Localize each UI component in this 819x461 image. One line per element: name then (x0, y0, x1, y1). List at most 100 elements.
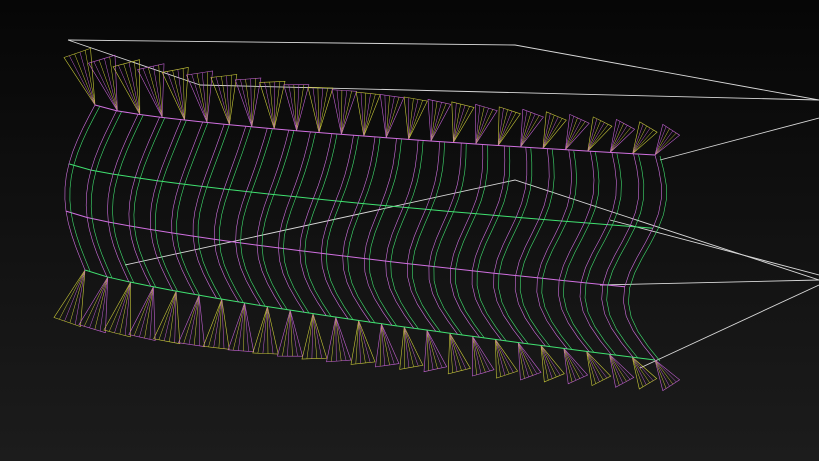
rib-profile (213, 126, 247, 303)
rib-profile (235, 128, 268, 306)
blade-outline (178, 295, 205, 347)
bounding-box-edge (599, 279, 819, 286)
blade-ray (318, 87, 329, 133)
rib-profile (385, 140, 419, 329)
bounding-box-edge (609, 219, 819, 276)
blade-ray (632, 356, 654, 381)
curved-body-mesh (64, 104, 667, 362)
blade-ray (147, 67, 163, 118)
blade-ray (335, 317, 347, 361)
blade-outline (202, 298, 230, 350)
blade-ray (335, 317, 342, 361)
blade-ray (403, 326, 414, 367)
blade-ray (430, 103, 447, 142)
blade-ray (631, 356, 647, 386)
blade-ray (119, 282, 131, 335)
blade-ray (341, 90, 348, 135)
upper-blade-fan (63, 47, 681, 156)
blade-ray (475, 106, 485, 145)
3d-viewport[interactable] (0, 0, 819, 461)
bounding-box-edge (67, 39, 201, 86)
blade-ray (632, 125, 647, 154)
blade-ray (341, 90, 352, 135)
blade-ray (257, 306, 268, 354)
rib-profile (450, 144, 484, 338)
blade-ray (654, 128, 670, 156)
blade-ray (341, 90, 343, 135)
blade-ray (153, 66, 163, 118)
blade-ray (244, 302, 249, 352)
blade-outline (632, 121, 658, 154)
rib-profile (192, 124, 225, 299)
blade-ray (475, 109, 494, 145)
blade-ray (158, 291, 177, 340)
blade-ray (59, 269, 86, 320)
rib-profile (428, 142, 462, 335)
blade-ray (472, 336, 482, 374)
blade-ray (139, 286, 154, 338)
blade-ray (632, 129, 654, 154)
blade-ray (335, 317, 337, 362)
blade-ray (381, 323, 395, 365)
rib-profile-inner (283, 132, 316, 314)
rib-profile-inner (584, 153, 622, 356)
blade-ray (495, 339, 510, 374)
rib-profile (579, 152, 617, 355)
blade-ray (426, 330, 443, 368)
blade-ray (196, 73, 208, 123)
rib-profile (256, 130, 290, 310)
blade-ray (654, 359, 677, 383)
blade-outline (609, 118, 636, 153)
blade-ray (336, 89, 342, 135)
rib-profile (471, 145, 506, 341)
blade-ray (497, 109, 508, 146)
blade-outline (259, 80, 286, 129)
rib-profile (514, 148, 550, 347)
blade-ray (586, 351, 600, 382)
rib-profile-inner (197, 125, 230, 300)
blade-ray (74, 53, 96, 106)
blade-ray (273, 81, 276, 129)
rib-profile (406, 141, 440, 332)
blade-outline (186, 70, 213, 123)
rib-profile (493, 147, 528, 344)
longitudinal-edge (94, 104, 656, 156)
blade-ray (144, 286, 154, 339)
wireframe-scene (53, 39, 819, 392)
blade-ray (495, 339, 514, 373)
rib-profile-inner (69, 105, 101, 272)
blade-ray (64, 269, 86, 322)
blade-ray (267, 306, 269, 354)
rib-profile-inner (606, 154, 645, 359)
blade-ray (495, 339, 506, 376)
blade-outline (403, 96, 428, 140)
blade-outline (399, 326, 424, 370)
blade-ray (188, 295, 200, 345)
blade-ray (84, 50, 96, 106)
blade-ray (273, 81, 281, 129)
blade-ray (163, 291, 177, 341)
blade-outline (88, 54, 118, 112)
blade-ray (587, 124, 609, 152)
blade-ray (267, 306, 274, 354)
blade-ray (264, 82, 275, 129)
rib-profile (363, 138, 397, 326)
blade-ray (497, 112, 517, 146)
blade-ray (251, 78, 257, 127)
blade-ray (654, 359, 670, 387)
blade-ray (586, 351, 608, 379)
rib-profile-inner (154, 120, 187, 292)
blade-outline (227, 302, 255, 353)
blade-outline (609, 354, 635, 388)
blade-outline (103, 282, 131, 338)
blade-ray (609, 123, 624, 153)
rib-profile (85, 110, 117, 277)
blade-outline (78, 276, 109, 334)
blade-outline (252, 306, 279, 355)
blade-outline (210, 74, 238, 125)
blade-outline (350, 320, 376, 365)
rib-profile-inner (240, 129, 273, 307)
blade-ray (609, 354, 624, 384)
bounding-box-edge (659, 117, 819, 161)
bounding-box-edge (124, 179, 819, 281)
